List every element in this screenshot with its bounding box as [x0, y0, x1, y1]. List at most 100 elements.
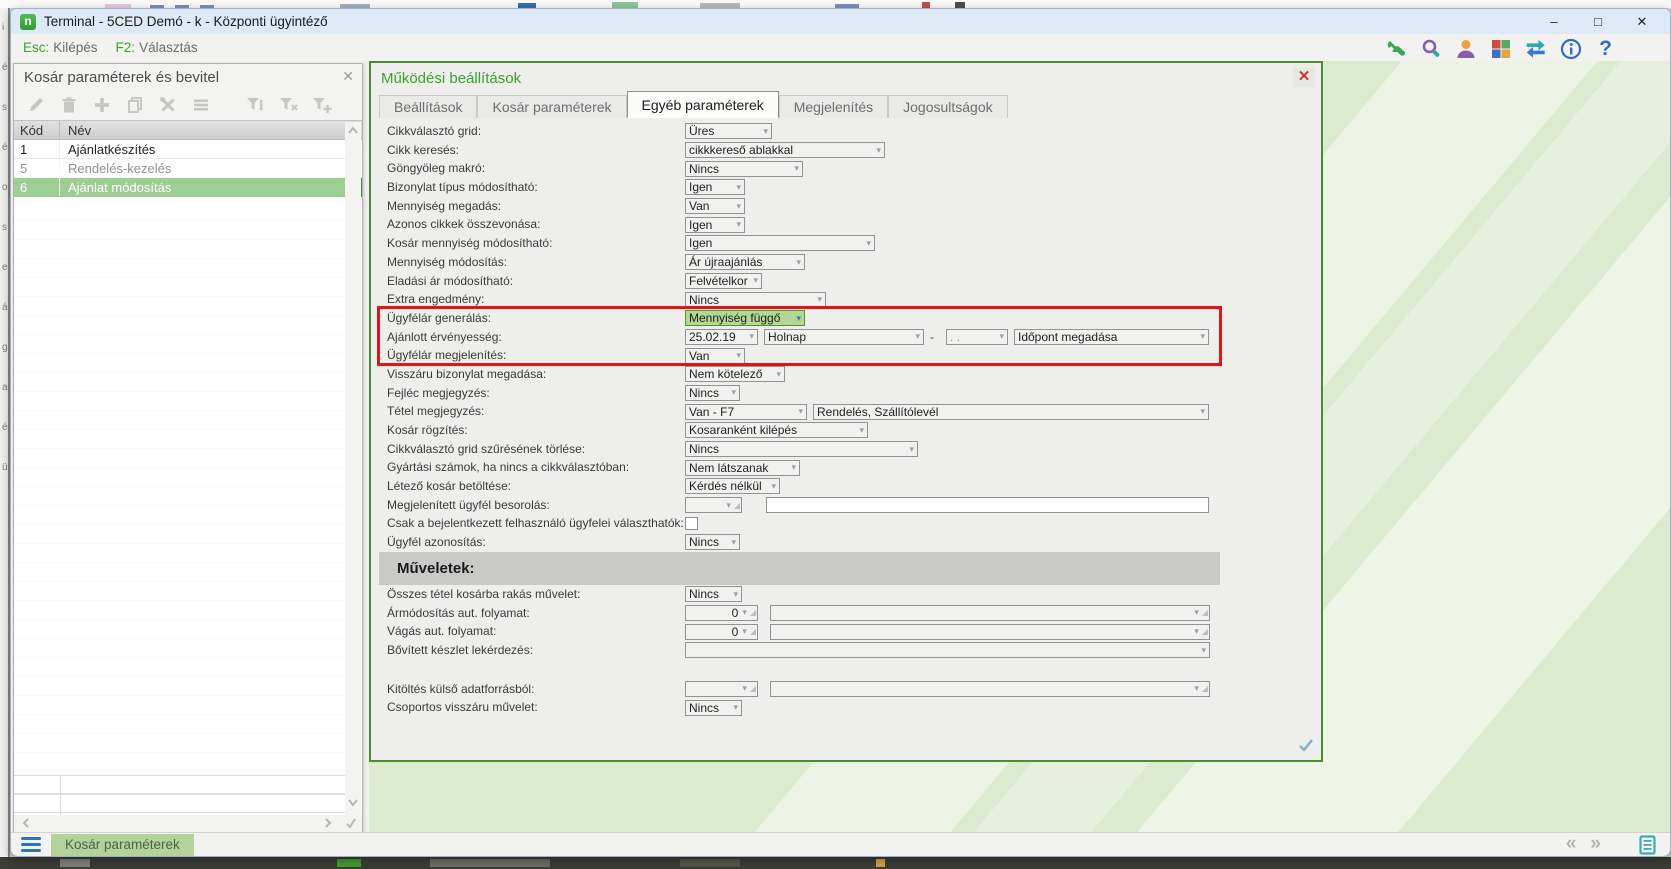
nav-back-icon[interactable]: «	[1566, 833, 1591, 854]
menu-icon[interactable]	[189, 94, 213, 116]
dropdown[interactable]: ▾ ◢	[685, 680, 758, 697]
header-icons: ?	[1383, 37, 1618, 60]
field-label: Kosár mennyiség módosítható:	[387, 236, 553, 251]
tab-megjelen-t-s[interactable]: Megjelenítés	[778, 95, 889, 118]
info-icon[interactable]	[1558, 37, 1583, 60]
form-row: Cikkválasztó grid: Üres ▾	[371, 122, 1321, 141]
dropdown-value: Nincs	[689, 385, 720, 400]
dropdown[interactable]: Nem látszanak ▾	[685, 459, 800, 476]
chevron-down-icon: ▾	[796, 312, 801, 323]
chevron-down-icon: ▾	[866, 237, 871, 248]
tab-kos-r-param-terek[interactable]: Kosár paraméterek	[477, 95, 627, 118]
help-icon[interactable]: ?	[1593, 37, 1618, 60]
dropdown[interactable]: 0 ▾ ◢	[685, 604, 758, 621]
shortcut-f2[interactable]: F2: Választás	[116, 40, 198, 55]
column-header-nev[interactable]: Név	[60, 121, 362, 139]
dropdown[interactable]: Van ▾	[685, 198, 745, 215]
dropdown[interactable]: cikkkereső ablakkal ▾	[685, 142, 885, 159]
field-controls: Nincs ▾	[685, 585, 742, 604]
dropdown-value: Nincs	[689, 292, 720, 307]
horizontal-scrollbar[interactable]	[14, 815, 362, 833]
dropdown[interactable]: Nincs ▾	[685, 384, 740, 401]
settings-close-icon[interactable]: ✕	[1293, 67, 1315, 87]
field-label: Csoportos visszáru művelet:	[387, 700, 538, 715]
dropdown[interactable]: Nem kötelező ▾	[685, 366, 785, 383]
dropdown[interactable]: Időpont megadása ▾	[1014, 328, 1209, 345]
field-label: Visszáru bizonylat megadása:	[387, 366, 547, 381]
user-icon[interactable]	[1453, 37, 1478, 60]
filter-icon[interactable]	[244, 94, 268, 116]
dropdown-value: Kérdés nélkül	[689, 479, 762, 494]
close-icon[interactable]: ✕	[1620, 9, 1664, 34]
copy-icon[interactable]	[123, 94, 147, 116]
dropdown[interactable]: Nincs ▾	[685, 441, 918, 458]
form-row: Mennyiség megadás: Van ▾	[371, 197, 1321, 216]
dropdown[interactable]: Holnap ▾	[764, 328, 924, 345]
dropdown[interactable]: Felvételkor ▾	[685, 272, 762, 289]
nav-forward-icon[interactable]: »	[1590, 833, 1615, 854]
text-input[interactable]	[766, 497, 1209, 514]
dropdown[interactable]: Igen ▾	[685, 235, 875, 252]
dropdown[interactable]: Rendelés, Szállítólevél ▾	[813, 403, 1209, 420]
dropdown[interactable]: Van - F7 ▾	[685, 403, 807, 420]
chevron-down-icon: ▾	[1194, 607, 1199, 618]
shortcut-esc[interactable]: Esc: Kilépés	[23, 40, 98, 55]
filter-add-icon[interactable]	[310, 94, 334, 116]
document-list-icon[interactable]	[1639, 835, 1656, 856]
corner-handle-icon: ◢	[1201, 608, 1208, 618]
field-controls: cikkkereső ablakkal ▾	[685, 141, 885, 160]
scroll-down-icon[interactable]	[346, 795, 360, 813]
dropdown[interactable]: Nincs ▾	[685, 291, 826, 308]
edit-icon[interactable]	[24, 94, 48, 116]
filter-clear-icon[interactable]	[277, 94, 301, 116]
column-header-kod[interactable]: Kód	[14, 121, 60, 139]
add-icon[interactable]	[90, 94, 114, 116]
field-controls: Nincs ▾	[685, 384, 740, 403]
corner-handle-icon: ◢	[1201, 684, 1208, 694]
dropdown[interactable]: 0 ▾ ◢	[685, 623, 758, 640]
dropdown[interactable]: Igen ▾	[685, 216, 745, 233]
field-label: Azonos cikkek összevonása:	[387, 217, 541, 232]
active-task-badge[interactable]: Kosár paraméterek	[51, 834, 194, 856]
tab-jogosults-gok[interactable]: Jogosultságok	[888, 95, 1008, 118]
dropdown[interactable]: Kosaranként kilépés ▾	[685, 422, 868, 439]
tab-be-ll-t-sok[interactable]: Beállítások	[379, 95, 478, 118]
panel-confirm-check-icon[interactable]	[1297, 737, 1315, 758]
dropdown[interactable]: Nincs ▾	[685, 586, 742, 603]
scroll-up-icon[interactable]	[346, 124, 360, 142]
field-label: Mennyiség módosítás:	[387, 254, 508, 269]
left-panel: Kosár paraméterek és bevitel ✕ Kód Név 1…	[13, 63, 363, 834]
transfer-icon[interactable]	[1523, 37, 1548, 60]
dropdown-value: 0	[731, 624, 739, 639]
dropdown[interactable]: Üres ▾	[685, 123, 772, 140]
search-icon[interactable]	[1418, 37, 1443, 60]
dropdown[interactable]: Igen ▾	[685, 179, 745, 196]
dropdown[interactable]: 25.02.19 ▾	[685, 328, 758, 345]
dropdown[interactable]: ▾ ◢	[770, 680, 1210, 697]
wrench-icon[interactable]	[1383, 37, 1408, 60]
dropdown[interactable]: ▾ ◢	[770, 623, 1210, 640]
table-row[interactable]: 1 Ajánlatkészítés	[14, 140, 362, 159]
maximize-icon[interactable]: □	[1576, 9, 1620, 34]
dropdown-value: Igen	[689, 217, 713, 232]
dropdown[interactable]: Nincs ▾	[685, 160, 803, 177]
menu-icon[interactable]	[21, 837, 41, 852]
vertical-scrollbar[interactable]	[345, 122, 361, 815]
dropdown[interactable]: Kérdés nélkül ▾	[685, 478, 780, 495]
checkbox[interactable]	[685, 517, 698, 531]
tools-icon[interactable]	[156, 94, 180, 116]
dropdown[interactable]: Nincs ▾	[685, 534, 740, 551]
apps-icon[interactable]	[1488, 37, 1513, 60]
dropdown[interactable]: ▾ ◢	[770, 604, 1210, 621]
dropdown[interactable]: Mennyiség függő ▾	[685, 310, 805, 327]
dropdown[interactable]: Ár újraajánlás ▾	[685, 254, 805, 271]
delete-icon[interactable]	[57, 94, 81, 116]
tab-egy-b-param-terek[interactable]: Egyéb paraméterek	[626, 91, 779, 118]
dropdown[interactable]: Nincs ▾	[685, 699, 742, 716]
left-panel-close-icon[interactable]: ✕	[342, 68, 354, 85]
dropdown[interactable]: . . ▾	[946, 328, 1008, 345]
dropdown[interactable]: ▾	[685, 642, 1210, 659]
minimize-icon[interactable]: –	[1532, 9, 1576, 34]
dropdown[interactable]: ▾ ◢	[685, 497, 742, 514]
dropdown[interactable]: Van ▾	[685, 347, 745, 364]
